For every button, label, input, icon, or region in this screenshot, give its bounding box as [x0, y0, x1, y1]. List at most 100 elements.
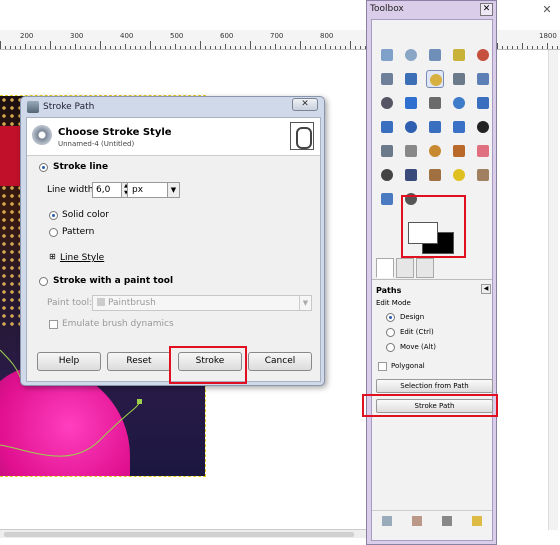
polygonal-checkbox[interactable]: [378, 362, 387, 371]
ruler-tick: [320, 46, 321, 49]
ruler-tick: [245, 46, 246, 49]
measure-icon[interactable]: [378, 94, 396, 112]
flip-icon-glyph: [453, 121, 465, 133]
magic-wand-icon[interactable]: [450, 46, 468, 64]
airbrush-icon[interactable]: [378, 166, 396, 184]
pencil-icon[interactable]: [426, 142, 444, 160]
mode-design-radio[interactable]: [386, 313, 395, 322]
bucket-fill-icon[interactable]: [378, 142, 396, 160]
ruler-tick: [100, 41, 101, 49]
delete-icon[interactable]: [442, 516, 452, 526]
scale-icon[interactable]: [378, 118, 396, 136]
emulate-dynamics-checkbox[interactable]: [49, 320, 58, 329]
ruler-tick: [55, 46, 56, 49]
horizontal-ruler-right: 1800: [497, 30, 560, 50]
ruler-tick: [180, 46, 181, 49]
smudge-icon[interactable]: [378, 190, 396, 208]
move-icon[interactable]: [402, 94, 420, 112]
color-select-icon-glyph: [477, 49, 489, 61]
ruler-tick: [5, 46, 6, 49]
ellipse-select-icon-glyph: [405, 49, 417, 61]
eraser-icon[interactable]: [474, 142, 492, 160]
bucket-fill-icon-glyph: [381, 145, 393, 157]
paint-tool-radio[interactable]: [39, 277, 48, 286]
dialog-heading: Choose Stroke Style: [58, 127, 172, 138]
expander-icon[interactable]: ⊞: [49, 252, 56, 261]
toolbox-close-button[interactable]: ✕: [480, 3, 493, 16]
ruler-tick: [110, 46, 111, 49]
blend-icon[interactable]: [402, 142, 420, 160]
ruler-tick: [20, 46, 21, 49]
window-close-icon[interactable]: ✕: [537, 3, 557, 19]
rect-select-icon-glyph: [381, 49, 393, 61]
perspective-icon[interactable]: [426, 118, 444, 136]
scroll-thumb[interactable]: [4, 532, 354, 537]
lasso-icon[interactable]: [426, 46, 444, 64]
text-icon[interactable]: [474, 118, 492, 136]
ruler-tick: [280, 46, 281, 49]
ruler-tick: [547, 43, 548, 49]
paths-icon[interactable]: [426, 70, 444, 88]
dialog-titlebar[interactable]: Stroke Path: [25, 99, 320, 115]
ruler-tick: [240, 46, 241, 49]
tab-device-status[interactable]: [396, 258, 414, 278]
horizontal-scrollbar[interactable]: [0, 529, 366, 538]
tab-undo-history[interactable]: [416, 258, 434, 278]
ruler-tick: [260, 46, 261, 49]
shear-icon[interactable]: [402, 118, 420, 136]
rect-select-icon[interactable]: [378, 46, 396, 64]
line-width-input[interactable]: 6,0: [92, 182, 122, 198]
ellipse-select-icon[interactable]: [402, 46, 420, 64]
ruler-tick: [265, 46, 266, 49]
heal-icon[interactable]: [450, 166, 468, 184]
text-icon-glyph: [477, 121, 489, 133]
ruler-tick: [330, 46, 331, 49]
unit-select[interactable]: px ▼: [127, 182, 180, 198]
foreground-select-icon[interactable]: [402, 70, 420, 88]
ruler-tick: [220, 46, 221, 49]
clone-icon-glyph: [429, 169, 441, 181]
stroke-line-radio[interactable]: [39, 163, 48, 172]
crop-icon[interactable]: [450, 94, 468, 112]
clone-icon[interactable]: [426, 166, 444, 184]
ruler-tick: [105, 46, 106, 49]
chevron-down-icon: ▼: [167, 183, 179, 197]
paint-tool-select[interactable]: Paintbrush ▼: [92, 295, 312, 311]
mode-move-radio[interactable]: [386, 343, 395, 352]
vertical-scrollbar[interactable]: [548, 50, 558, 530]
align-icon[interactable]: [426, 94, 444, 112]
zoom-icon[interactable]: [474, 70, 492, 88]
ruler-tick: [170, 46, 171, 49]
perspective-clone-icon[interactable]: [474, 166, 492, 184]
solid-color-radio[interactable]: [49, 211, 58, 220]
ruler-tick: [250, 41, 251, 49]
panel-menu-icon[interactable]: ◀: [481, 284, 491, 294]
flip-icon[interactable]: [450, 118, 468, 136]
help-button[interactable]: Help: [37, 352, 101, 371]
selection-from-path-button[interactable]: Selection from Path: [376, 379, 493, 393]
ink-icon[interactable]: [402, 166, 420, 184]
ruler-tick: [350, 41, 351, 49]
ruler-tick: [95, 46, 96, 49]
cancel-button[interactable]: Cancel: [248, 352, 312, 371]
reset-button[interactable]: Reset: [107, 352, 171, 371]
airbrush-icon-glyph: [381, 169, 393, 181]
scissors-icon[interactable]: [378, 70, 396, 88]
ruler-tick: [140, 46, 141, 49]
ruler-label: 800: [320, 32, 334, 40]
restore-options-icon[interactable]: [412, 516, 422, 526]
ruler-tick: [90, 46, 91, 49]
paintbrush-icon[interactable]: [450, 142, 468, 160]
save-options-icon[interactable]: [382, 516, 392, 526]
ruler-tick: [85, 46, 86, 49]
color-select-icon[interactable]: [474, 46, 492, 64]
color-picker-icon[interactable]: [450, 70, 468, 88]
pattern-radio[interactable]: [49, 228, 58, 237]
toolbox-panel: Paths ◀ Edit Mode Design Edit (Ctrl) Mov…: [371, 19, 493, 541]
dialog-close-button[interactable]: ✕: [292, 98, 318, 111]
rotate-icon[interactable]: [474, 94, 492, 112]
mode-edit-radio[interactable]: [386, 328, 395, 337]
tab-tool-options[interactable]: [376, 258, 394, 278]
line-style-expander[interactable]: Line Style: [60, 253, 104, 263]
reset-options-icon[interactable]: [472, 516, 482, 526]
